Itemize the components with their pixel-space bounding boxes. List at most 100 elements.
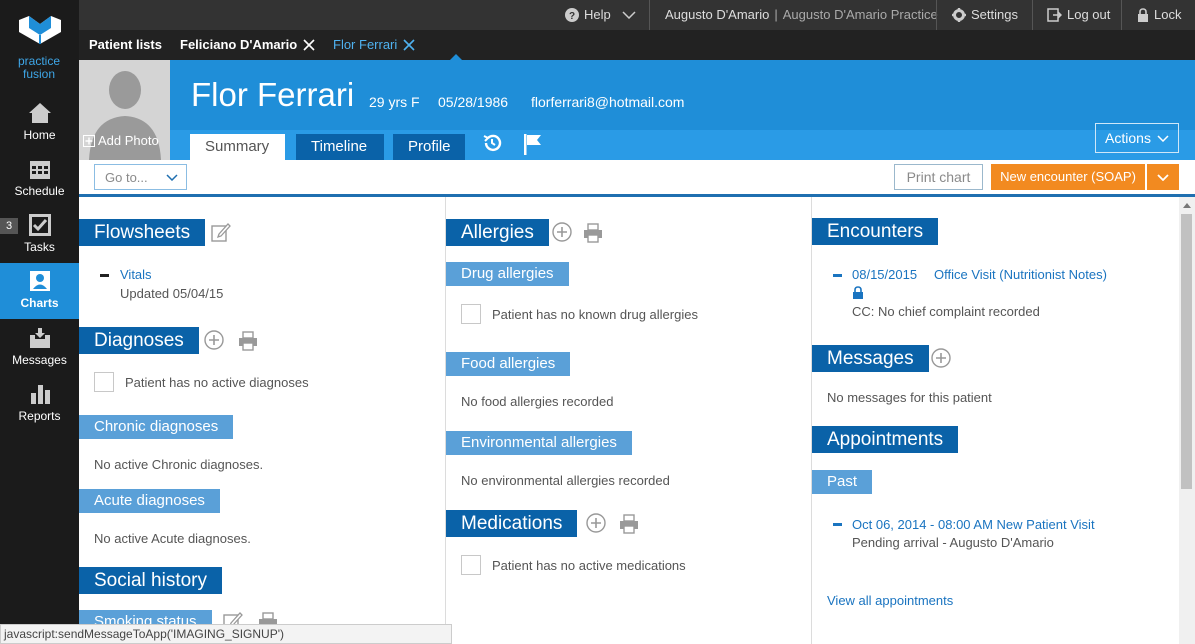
tab-label: Patient lists	[89, 37, 162, 52]
tab-profile[interactable]: Profile	[393, 134, 465, 160]
inbox-icon	[29, 328, 50, 348]
print-chart-button[interactable]: Print chart	[894, 164, 983, 190]
sidebar-item-home[interactable]: Home	[0, 102, 79, 158]
no-medications-text: Patient has no active medications	[492, 558, 686, 573]
chevron-down-icon	[1157, 134, 1169, 142]
logout-button[interactable]: Log out	[1047, 0, 1110, 30]
scroll-up-arrow-icon[interactable]	[1183, 203, 1191, 208]
encounter-type-link[interactable]: Office Visit (Nutritionist Notes)	[934, 267, 1107, 282]
print-icon[interactable]	[583, 223, 603, 243]
column-middle: Allergies Drug allergies Patient has no …	[446, 197, 811, 644]
settings-label: Settings	[971, 7, 1018, 22]
flowsheets-header: Flowsheets	[79, 219, 206, 246]
user-menu[interactable]: Augusto D'Amario | Augusto D'Amario Prac…	[665, 0, 938, 30]
history-icon[interactable]	[482, 133, 502, 153]
lock-label: Lock	[1154, 7, 1182, 22]
svg-text:?: ?	[569, 11, 575, 22]
add-circle-icon[interactable]	[931, 348, 951, 368]
print-icon[interactable]	[238, 331, 258, 351]
settings-button[interactable]: Settings	[952, 0, 1018, 30]
logout-icon	[1047, 8, 1062, 22]
diagnoses-header: Diagnoses	[79, 327, 199, 354]
add-photo-label: Add Photo	[98, 133, 159, 148]
collapse-marker	[833, 523, 842, 526]
sidebar-item-label: Messages	[12, 353, 67, 367]
column-right: Encounters 08/15/2015 Office Visit (Nutr…	[812, 197, 1178, 644]
add-circle-icon[interactable]	[586, 513, 606, 533]
patient-age-sex: 29 yrs F	[369, 94, 420, 110]
actions-dropdown[interactable]: Actions	[1095, 123, 1179, 153]
medications-header: Medications	[446, 510, 578, 537]
chevron-down-icon	[166, 173, 178, 181]
left-nav: practice fusion Home Schedule 3 Tasks Ch…	[0, 0, 79, 644]
tab-label: Feliciano D'Amario	[180, 37, 298, 52]
help-icon: ?	[565, 8, 579, 22]
practice-fusion-logo[interactable]: practice fusion	[0, 0, 79, 88]
actions-label: Actions	[1105, 130, 1151, 146]
social-history-header: Social history	[79, 567, 222, 594]
appointments-header: Appointments	[812, 426, 959, 453]
no-food-allergies-text: No food allergies recorded	[461, 394, 614, 409]
no-medications-checkbox[interactable]	[461, 555, 481, 575]
new-encounter-dropdown[interactable]	[1147, 164, 1179, 190]
no-drug-allergies-checkbox[interactable]	[461, 304, 481, 324]
add-circle-icon[interactable]	[552, 222, 572, 242]
patient-dob: 05/28/1986	[438, 94, 509, 110]
top-bar: ? Help Augusto D'Amario | Augusto D'Amar…	[79, 0, 1195, 30]
past-appointments-header: Past	[812, 470, 873, 494]
encounter-date-link[interactable]: 08/15/2015	[852, 267, 917, 282]
sidebar-item-messages[interactable]: Messages	[0, 327, 79, 383]
summary-content: Flowsheets Vitals Updated 05/04/15 Diagn…	[79, 197, 1195, 644]
divider	[936, 0, 937, 30]
sidebar-item-schedule[interactable]: Schedule	[0, 158, 79, 214]
no-acute-text: No active Acute diagnoses.	[94, 531, 251, 546]
vitals-link[interactable]: Vitals	[120, 267, 152, 282]
print-icon[interactable]	[619, 514, 639, 534]
acute-diagnoses-header: Acute diagnoses	[79, 489, 220, 513]
bar-chart-icon	[30, 385, 50, 404]
divider	[1032, 0, 1033, 30]
appointment-link[interactable]: Oct 06, 2014 - 08:00 AM New Patient Visi…	[852, 517, 1095, 532]
browser-status-bar: javascript:sendMessageToApp('IMAGING_SIG…	[0, 624, 452, 644]
appointment-status: Pending arrival - Augusto D'Amario	[852, 535, 1054, 550]
tab-patient-feliciano[interactable]: Feliciano D'Amario	[180, 30, 315, 60]
chart-toolbar: Go to... Print chart New encounter (SOAP…	[79, 160, 1195, 197]
help-label: Help	[584, 7, 611, 22]
sidebar-item-label: Reports	[18, 409, 61, 423]
tab-summary[interactable]: Summary	[190, 134, 285, 161]
tab-patient-lists[interactable]: Patient lists	[89, 30, 162, 60]
no-diagnoses-checkbox[interactable]	[94, 372, 114, 392]
edit-icon[interactable]	[211, 222, 231, 242]
close-icon[interactable]	[303, 39, 315, 51]
divider	[1121, 0, 1122, 30]
encounters-header: Encounters	[812, 218, 939, 245]
environmental-allergies-header: Environmental allergies	[446, 431, 632, 455]
food-allergies-header: Food allergies	[446, 352, 571, 376]
help-menu[interactable]: ? Help	[565, 0, 636, 30]
tab-label: Flor Ferrari	[333, 37, 398, 52]
flag-icon[interactable]	[523, 133, 543, 155]
patient-photo[interactable]: Add Photo	[79, 60, 170, 160]
vitals-updated: Updated 05/04/15	[120, 286, 224, 301]
tab-patient-flor[interactable]: Flor Ferrari	[333, 30, 415, 60]
close-icon[interactable]	[403, 39, 415, 51]
vertical-scrollbar[interactable]	[1179, 197, 1195, 644]
add-circle-icon[interactable]	[204, 330, 224, 350]
lock-button[interactable]: Lock	[1137, 0, 1181, 30]
sidebar-item-label: Tasks	[24, 240, 55, 254]
goto-dropdown[interactable]: Go to...	[94, 164, 187, 190]
logo-text: practice fusion	[17, 54, 61, 81]
tab-timeline[interactable]: Timeline	[296, 134, 384, 160]
sidebar-item-tasks[interactable]: Tasks	[0, 214, 79, 270]
scrollbar-thumb[interactable]	[1181, 214, 1192, 489]
add-photo-button[interactable]: Add Photo	[83, 133, 159, 148]
divider	[649, 0, 650, 30]
view-all-appointments-link[interactable]: View all appointments	[827, 593, 953, 608]
gear-icon	[952, 8, 966, 22]
sidebar-item-label: Home	[23, 128, 56, 142]
new-encounter-button[interactable]: New encounter (SOAP)	[991, 164, 1145, 190]
no-chronic-text: No active Chronic diagnoses.	[94, 457, 264, 472]
sidebar-item-charts[interactable]: Charts	[0, 263, 79, 319]
sidebar-item-reports[interactable]: Reports	[0, 383, 79, 439]
plus-box-icon	[83, 134, 95, 147]
